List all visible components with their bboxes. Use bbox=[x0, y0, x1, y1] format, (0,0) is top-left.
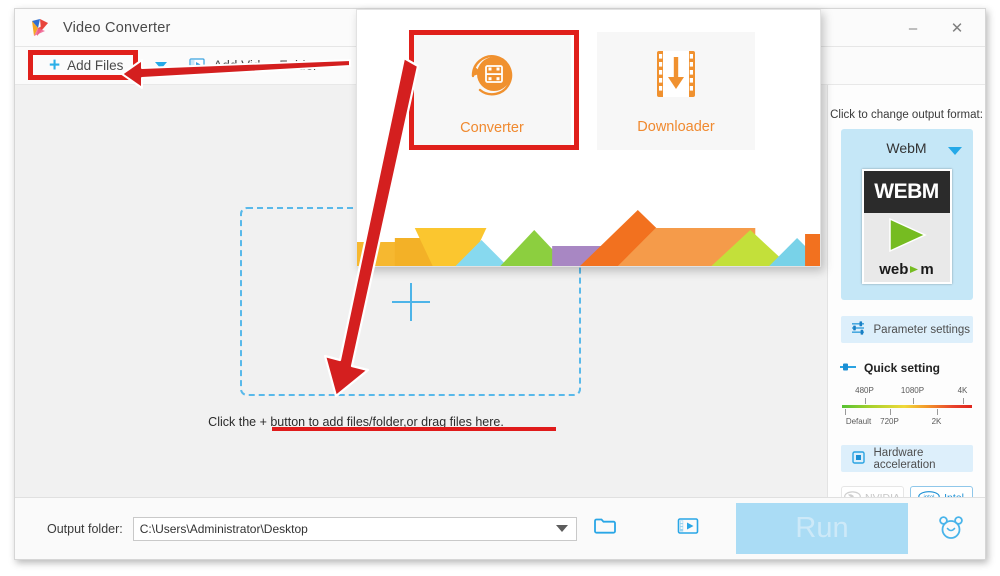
converter-circle-icon bbox=[461, 46, 523, 109]
slider-label-default: Default bbox=[845, 417, 872, 426]
window-controls: – ✕ bbox=[891, 9, 979, 47]
chevron-down-icon[interactable] bbox=[555, 525, 568, 532]
chevron-down-icon[interactable] bbox=[947, 147, 962, 155]
plus-icon[interactable] bbox=[391, 282, 430, 321]
parameter-settings-label: Parameter settings bbox=[873, 323, 971, 336]
chip-icon bbox=[851, 450, 866, 468]
output-format-card[interactable]: WebM WEBM web m bbox=[840, 129, 973, 300]
film-strip-icon[interactable] bbox=[677, 516, 699, 541]
alarm-clock-icon[interactable] bbox=[937, 514, 965, 547]
folder-video-icon bbox=[189, 57, 205, 74]
converter-tile-label: Converter bbox=[460, 120, 524, 136]
slider-label-480p: 480P bbox=[855, 386, 874, 395]
slider-handle-icon bbox=[840, 361, 857, 375]
wordmark-right: m bbox=[920, 261, 934, 278]
sliders-icon bbox=[851, 321, 866, 338]
format-thumbnail-title: WEBM bbox=[863, 171, 950, 213]
mode-selection-popup: Converter Downloader bbox=[356, 9, 821, 267]
application-window: Video Converter – ✕ + Add Files Add Vide… bbox=[14, 8, 986, 560]
add-video-folder-label: Add Video Folder bbox=[213, 58, 318, 73]
folder-open-icon[interactable] bbox=[593, 516, 617, 541]
hardware-acceleration-button[interactable]: Hardware acceleration bbox=[840, 445, 973, 472]
decorative-triangle-band bbox=[357, 210, 820, 266]
downloader-tile-label: Downloader bbox=[637, 119, 715, 135]
add-files-button[interactable]: + Add Files bbox=[39, 53, 133, 79]
wordmark-left: web bbox=[879, 261, 909, 278]
slider-label-720p: 720P bbox=[880, 417, 899, 426]
parameter-settings-button[interactable]: Parameter settings bbox=[840, 316, 973, 343]
mode-tiles: Converter Downloader bbox=[357, 10, 820, 150]
add-video-folder-button[interactable]: Add Video Folder bbox=[189, 57, 317, 74]
slider-label-1080p: 1080P bbox=[900, 386, 925, 395]
downloader-tile[interactable]: Downloader bbox=[597, 32, 755, 150]
slider-label-2k: 2K bbox=[931, 417, 942, 426]
format-thumbnail: WEBM web m bbox=[861, 169, 952, 284]
annotation-underline-hint bbox=[272, 427, 556, 431]
bottom-bar: Output folder: C:\Users\Administrator\De… bbox=[15, 497, 985, 559]
output-folder-label: Output folder: bbox=[47, 521, 123, 536]
download-filmstrip-icon bbox=[647, 47, 705, 108]
minimize-button[interactable]: – bbox=[891, 9, 935, 47]
app-logo-icon bbox=[29, 17, 51, 39]
quick-setting-header: Quick setting bbox=[840, 361, 985, 375]
close-button[interactable]: ✕ bbox=[935, 9, 979, 47]
converter-tile[interactable]: Converter bbox=[413, 32, 571, 150]
plus-icon: + bbox=[49, 55, 61, 76]
quality-slider-track[interactable] bbox=[841, 405, 972, 408]
play-small-icon bbox=[910, 266, 919, 273]
add-files-label: Add Files bbox=[67, 58, 124, 73]
hardware-acceleration-label: Hardware acceleration bbox=[873, 446, 936, 471]
format-thumbnail-wordmark: web m bbox=[864, 257, 950, 282]
quick-setting-label: Quick setting bbox=[864, 361, 941, 375]
play-icon bbox=[864, 213, 950, 257]
output-settings-sidebar: Click to change output format: WebM WEBM… bbox=[827, 85, 985, 510]
quality-slider[interactable]: 480P 1080P 4K Default 720P 2K bbox=[841, 385, 972, 429]
output-format-prompt: Click to change output format: bbox=[830, 109, 983, 121]
output-folder-value: C:\Users\Administrator\Desktop bbox=[139, 521, 308, 536]
run-button[interactable]: Run bbox=[736, 503, 908, 554]
output-folder-input[interactable]: C:\Users\Administrator\Desktop bbox=[132, 516, 577, 541]
slider-label-4k: 4K bbox=[957, 386, 968, 395]
chevron-down-icon[interactable] bbox=[155, 62, 168, 69]
page-title: Video Converter bbox=[63, 19, 171, 36]
